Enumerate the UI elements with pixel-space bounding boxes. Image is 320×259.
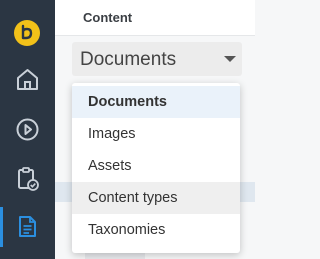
menu-item-label: Assets <box>88 158 132 174</box>
background-pagination <box>85 252 145 259</box>
menu-item-label: Documents <box>88 94 167 110</box>
home-icon[interactable] <box>15 67 40 92</box>
content-type-select[interactable]: Documents <box>72 42 242 76</box>
page-title: Content <box>83 10 133 25</box>
sidebar <box>0 0 55 259</box>
chevron-down-icon <box>224 56 236 62</box>
document-icon[interactable] <box>15 214 40 239</box>
play-circle-icon[interactable] <box>15 117 40 142</box>
active-nav-indicator <box>0 207 3 247</box>
panel-header: Content <box>55 0 255 36</box>
content-type-menu: Documents Images Assets Content types Ta… <box>72 83 240 253</box>
menu-item-taxonomies[interactable]: Taxonomies <box>72 214 240 246</box>
menu-item-label: Content types <box>88 190 178 206</box>
menu-item-assets[interactable]: Assets <box>72 150 240 182</box>
clipboard-check-icon[interactable] <box>15 166 40 191</box>
select-value: Documents <box>80 49 177 70</box>
menu-item-label: Images <box>88 126 136 142</box>
menu-item-documents[interactable]: Documents <box>72 86 240 118</box>
brand-logo-icon[interactable] <box>14 20 40 46</box>
menu-item-images[interactable]: Images <box>72 118 240 150</box>
menu-item-label: Taxonomies <box>88 222 166 238</box>
menu-item-content-types[interactable]: Content types <box>72 182 240 214</box>
